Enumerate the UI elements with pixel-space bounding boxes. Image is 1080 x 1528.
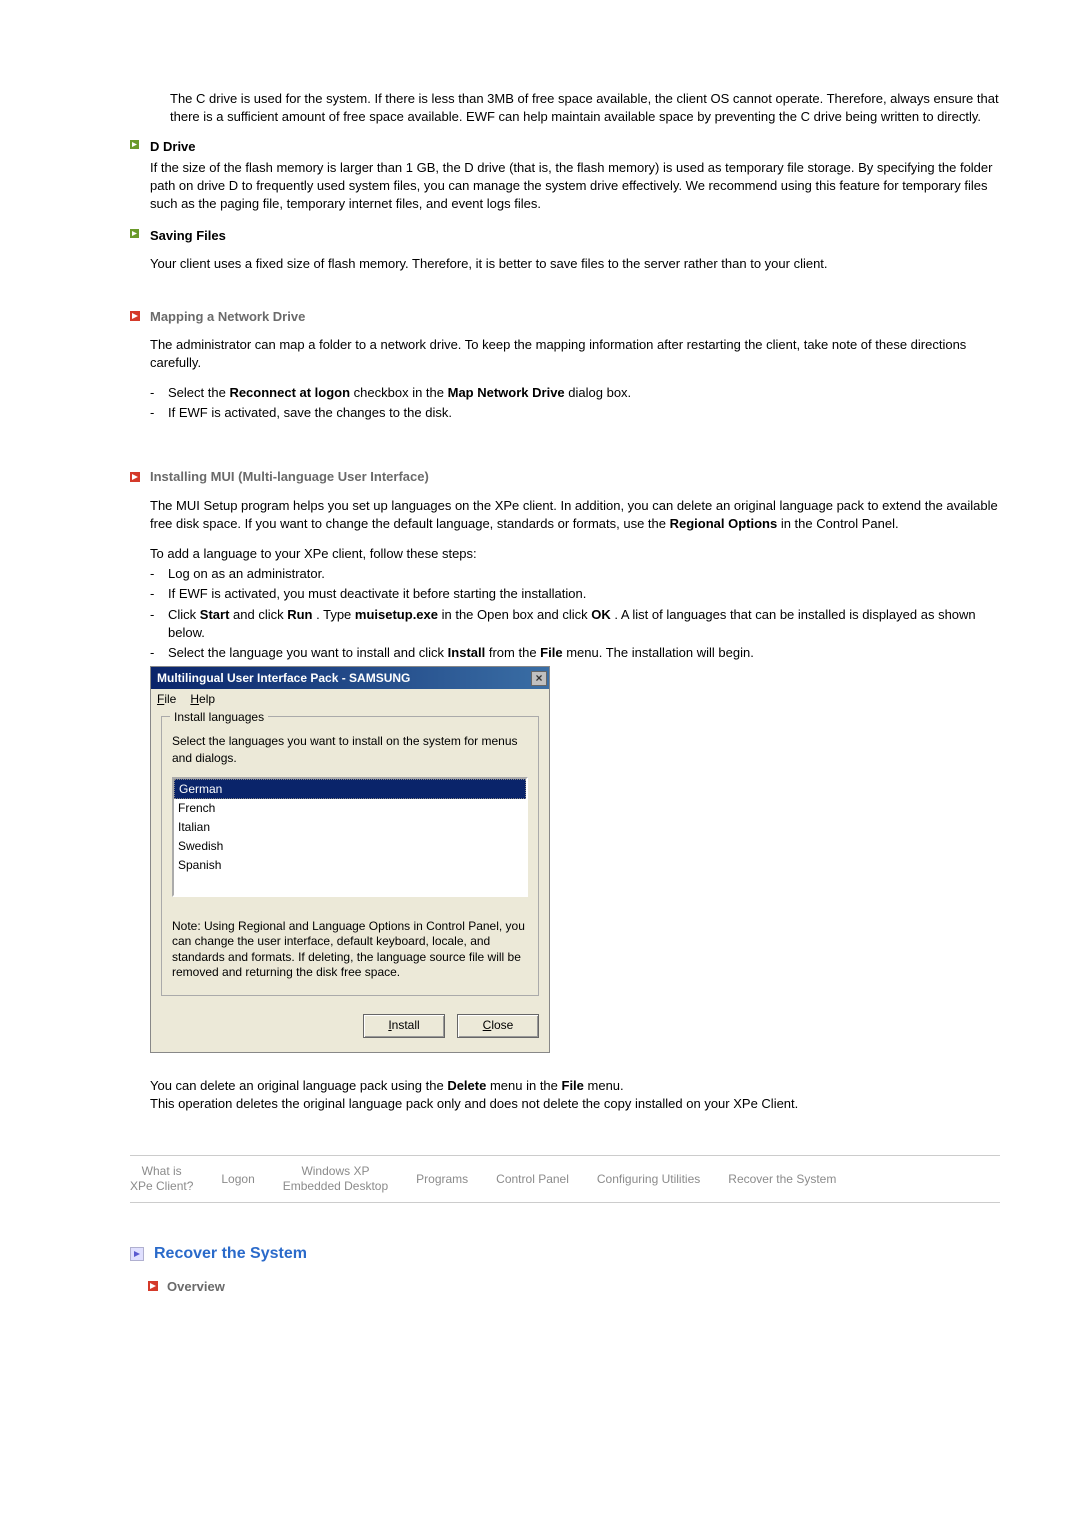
dash-item: - Click Start and click Run . Type muise… — [150, 606, 1000, 642]
text: from the — [485, 645, 540, 660]
menu-file[interactable]: File — [157, 691, 176, 708]
text: dialog box. — [565, 385, 632, 400]
tab-programs[interactable]: Programs — [416, 1172, 468, 1187]
text: . Type — [313, 607, 355, 622]
tab-what-is-xpe-client[interactable]: What is XPe Client? — [130, 1164, 193, 1194]
section-square-icon — [130, 1247, 144, 1261]
overview-heading: Overview — [167, 1278, 225, 1296]
mui-steps-intro: To add a language to your XPe client, fo… — [150, 545, 1000, 563]
fieldset-desc: Select the languages you want to install… — [172, 733, 528, 767]
fieldset-legend: Install languages — [170, 709, 268, 726]
d-drive-heading: D Drive — [150, 138, 1000, 156]
text: menu. The installation will begin. — [563, 645, 754, 660]
saving-files-heading: Saving Files — [150, 227, 828, 245]
saving-files-text: Your client uses a fixed size of flash m… — [150, 255, 828, 273]
section-icon — [148, 1281, 159, 1292]
list-item[interactable]: Swedish — [174, 837, 526, 856]
text: in the Open box and click — [438, 607, 591, 622]
text: If EWF is activated, save the changes to… — [168, 404, 452, 422]
mapping-heading: Mapping a Network Drive — [150, 308, 305, 326]
section-icon — [130, 311, 150, 322]
bold-text: Regional Options — [670, 516, 778, 531]
close-icon[interactable]: × — [531, 671, 547, 686]
dash-item: - Select the language you want to instal… — [150, 644, 1000, 662]
text: Select the — [168, 385, 229, 400]
list-item[interactable]: French — [174, 799, 526, 818]
bold-text: File — [540, 645, 562, 660]
install-button[interactable]: Install — [363, 1014, 445, 1038]
text: Click — [168, 607, 200, 622]
close-button[interactable]: Close — [457, 1014, 539, 1038]
menu-help[interactable]: Help — [190, 691, 215, 708]
text: Select the language you want to install … — [168, 645, 448, 660]
mui-dialog: Multilingual User Interface Pack - SAMSU… — [150, 666, 550, 1053]
dash-icon: - — [150, 404, 168, 422]
bullet-icon — [130, 140, 150, 150]
list-item[interactable]: German — [174, 779, 526, 800]
tab-logon[interactable]: Logon — [221, 1172, 254, 1187]
mui-heading: Installing MUI (Multi-language User Inte… — [150, 468, 429, 486]
fieldset-note: Note: Using Regional and Language Option… — [172, 919, 528, 981]
install-languages-fieldset: Install languages Select the languages y… — [161, 716, 539, 996]
dash-item: - If EWF is activated, save the changes … — [150, 404, 1000, 422]
mapping-intro: The administrator can map a folder to a … — [150, 336, 1000, 372]
bold-text: Install — [448, 645, 486, 660]
dash-icon: - — [150, 384, 168, 402]
d-drive-text: If the size of the flash memory is large… — [150, 159, 1000, 214]
delete-pack-line2: This operation deletes the original lang… — [150, 1095, 1000, 1113]
bold-text: OK — [591, 607, 611, 622]
text: and click — [229, 607, 287, 622]
dash-item: - Select the Reconnect at logon checkbox… — [150, 384, 1000, 402]
bold-text: Map Network Drive — [448, 385, 565, 400]
bold-text: Reconnect at logon — [229, 385, 350, 400]
tab-configuring-utilities[interactable]: Configuring Utilities — [597, 1172, 700, 1187]
tab-recover-the-system[interactable]: Recover the System — [728, 1172, 836, 1187]
delete-pack-line1: You can delete an original language pack… — [150, 1077, 1000, 1095]
bold-text: muisetup.exe — [355, 607, 438, 622]
nav-tabs: What is XPe Client? Logon Windows XP Emb… — [130, 1156, 1000, 1202]
c-drive-text: The C drive is used for the system. If t… — [170, 90, 1000, 126]
recover-heading: Recover the System — [154, 1243, 307, 1265]
dash-item: -If EWF is activated, you must deactivat… — [150, 585, 1000, 603]
list-item[interactable]: Spanish — [174, 856, 526, 875]
tab-control-panel[interactable]: Control Panel — [496, 1172, 569, 1187]
bold-text: Start — [200, 607, 230, 622]
dialog-title: Multilingual User Interface Pack - SAMSU… — [157, 670, 410, 687]
bullet-icon — [130, 229, 150, 239]
text: Log on as an administrator. — [168, 565, 325, 583]
text: If EWF is activated, you must deactivate… — [168, 585, 586, 603]
list-item[interactable]: Italian — [174, 818, 526, 837]
text: checkbox in the — [350, 385, 448, 400]
section-icon — [130, 472, 150, 483]
tab-windows-xp-embedded-desktop[interactable]: Windows XP Embedded Desktop — [283, 1164, 388, 1194]
bold-text: Run — [287, 607, 312, 622]
text: in the Control Panel. — [777, 516, 898, 531]
language-listbox[interactable]: German French Italian Swedish Spanish — [172, 777, 528, 897]
dash-item: -Log on as an administrator. — [150, 565, 1000, 583]
